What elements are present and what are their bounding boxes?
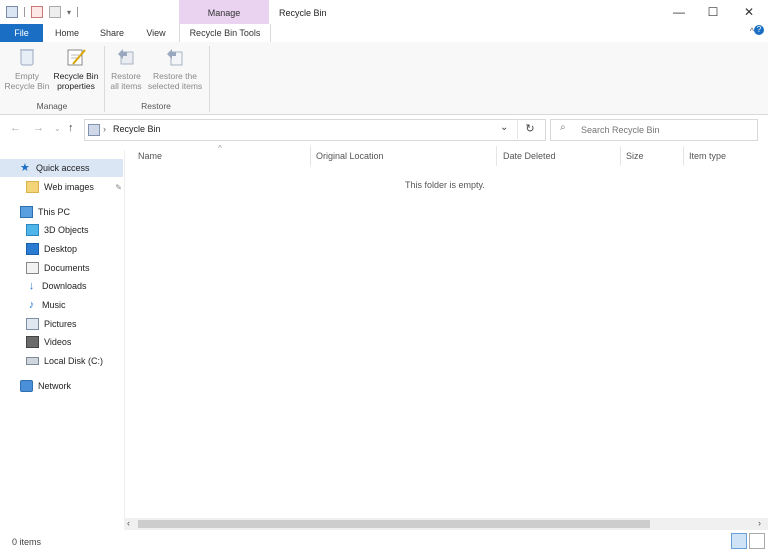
nav-item-videos[interactable]: Videos [26, 333, 71, 351]
pictures-icon [26, 318, 39, 330]
nav-item-pictures[interactable]: Pictures [26, 315, 77, 333]
nav-item-web-images[interactable]: Web images ✎ [26, 178, 122, 196]
recycle-bin-icon [16, 46, 38, 68]
refresh-icon: ↻ [525, 123, 535, 135]
restore-selected-items-button[interactable]: Restore the selected items [146, 46, 204, 91]
computer-icon [20, 206, 33, 218]
empty-folder-message: This folder is empty. [405, 180, 485, 190]
nav-item-3d-objects[interactable]: 3D Objects [26, 221, 89, 239]
window-title: Recycle Bin [279, 8, 327, 18]
desktop-icon [26, 243, 39, 255]
item-count: 0 items [12, 537, 42, 547]
cube-icon [26, 224, 39, 236]
context-tab-group-manage: Manage [179, 0, 269, 24]
back-arrow-icon[interactable]: ← [10, 122, 21, 134]
group-divider [104, 46, 105, 112]
help-icon[interactable]: ? [754, 25, 764, 35]
tab-recycle-bin-tools[interactable]: Recycle Bin Tools [179, 24, 271, 43]
column-divider[interactable] [310, 146, 311, 166]
status-bar [0, 531, 768, 551]
tab-share[interactable]: Share [95, 24, 129, 42]
column-divider[interactable] [620, 146, 621, 166]
maximize-button[interactable]: ☐ [698, 4, 728, 20]
recycle-bin-location-icon [88, 124, 100, 136]
scroll-right-icon[interactable]: › [758, 518, 761, 528]
recent-locations-icon[interactable]: ⌄ [54, 124, 61, 133]
nav-item-this-pc[interactable]: This PC [20, 203, 70, 221]
restore-all-items-button[interactable]: Restore all items [106, 46, 146, 91]
sort-ascending-icon: ^ [218, 144, 222, 153]
restore-all-icon [115, 46, 137, 68]
title-bar [0, 0, 768, 24]
customize-toolbar-icon[interactable]: ▾ [67, 8, 71, 17]
search-input[interactable] [579, 124, 753, 136]
star-icon: ★ [20, 162, 30, 174]
empty-recycle-bin-button[interactable]: Empty Recycle Bin [4, 46, 50, 91]
folder-icon [26, 181, 39, 193]
nav-item-desktop[interactable]: Desktop [26, 240, 77, 258]
column-header-date-deleted[interactable]: Date Deleted [503, 151, 556, 161]
properties-icon [65, 46, 87, 68]
nav-item-quick-access[interactable]: ★ Quick access [20, 159, 90, 177]
scrollbar-thumb[interactable] [138, 520, 650, 528]
group-divider [209, 46, 210, 112]
column-header-item-type[interactable]: Item type [689, 151, 726, 161]
large-icons-view-icon[interactable] [749, 533, 765, 549]
group-label-manage: Manage [36, 101, 68, 111]
nav-item-local-disk[interactable]: Local Disk (C:) [26, 352, 103, 370]
restore-selected-icon [164, 46, 186, 68]
nav-item-downloads[interactable]: ↓ Downloads [26, 277, 87, 295]
music-note-icon: ♪ [28, 299, 35, 311]
download-arrow-icon: ↓ [28, 280, 35, 292]
breadcrumb[interactable]: Recycle Bin [113, 124, 161, 134]
minimize-button[interactable]: — [664, 4, 694, 20]
toolbar-divider [77, 7, 79, 17]
column-header-size[interactable]: Size [626, 151, 644, 161]
check-icon[interactable] [31, 6, 43, 18]
tab-file[interactable]: File [0, 24, 43, 42]
recycle-bin-properties-button[interactable]: Recycle Bin properties [52, 46, 100, 91]
refresh-button[interactable]: ↻ [517, 119, 542, 139]
forward-arrow-icon[interactable]: → [33, 122, 44, 134]
column-divider[interactable] [496, 146, 497, 166]
videos-icon [26, 336, 39, 348]
search-icon: ⌕ [560, 122, 566, 133]
search-box[interactable] [550, 119, 758, 141]
column-header-original-location[interactable]: Original Location [316, 151, 384, 161]
nav-item-documents[interactable]: Documents [26, 259, 90, 277]
drive-icon [26, 357, 39, 365]
tab-view[interactable]: View [140, 24, 172, 42]
toolbar-divider [24, 7, 25, 17]
pin-icon[interactable]: ✎ [115, 183, 122, 192]
details-view-icon[interactable] [731, 533, 747, 549]
scroll-left-icon[interactable]: ‹ [127, 518, 130, 528]
address-dropdown-icon[interactable]: ⌄ [500, 122, 508, 133]
column-header-name[interactable]: Name [138, 151, 162, 161]
breadcrumb-chevron-icon[interactable]: › [103, 124, 106, 134]
column-divider[interactable] [683, 146, 684, 166]
tab-home[interactable]: Home [50, 24, 84, 42]
documents-icon [26, 262, 39, 274]
nav-item-music[interactable]: ♪ Music [26, 296, 66, 314]
nav-item-network[interactable]: Network [20, 377, 71, 395]
new-folder-icon[interactable] [49, 6, 61, 18]
close-button[interactable]: ✕ [734, 4, 764, 20]
network-icon [20, 380, 33, 392]
group-label-restore: Restore [141, 101, 171, 111]
up-arrow-icon[interactable]: ↑ [68, 122, 74, 134]
quick-access-toolbar: ▾ [6, 6, 79, 18]
folder-properties-icon[interactable] [6, 6, 18, 18]
